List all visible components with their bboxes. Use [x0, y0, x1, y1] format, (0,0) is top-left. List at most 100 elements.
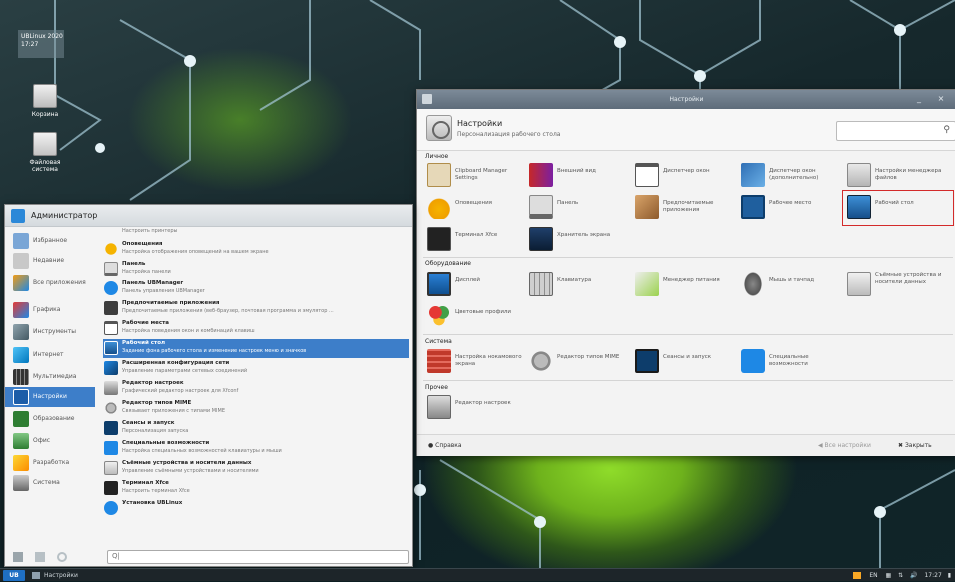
item-lock-screen[interactable]: Настройка нокамового экрана	[427, 349, 529, 375]
category-development[interactable]: Разработка	[5, 453, 95, 473]
item-removable-devices[interactable]: Съёмные устройства и носители данных	[847, 272, 949, 298]
menu-entry-preferred-apps[interactable]: Предпочитаемые приложения Предпочитаемые …	[103, 299, 409, 318]
desktop-icon-filesystem[interactable]: Файловая система	[18, 132, 72, 173]
menu-entry-mime-editor[interactable]: Редактор типов MIME Связывает приложения …	[103, 399, 409, 418]
item-settings-editor[interactable]: Редактор настроек	[427, 395, 529, 421]
development-icon	[13, 455, 29, 471]
item-keyboard[interactable]: Клавиатура	[529, 272, 631, 298]
page-title: Настройки	[457, 119, 503, 128]
printer-icon	[104, 229, 118, 237]
all-settings-button[interactable]: ◀ Все настройки	[815, 438, 885, 454]
power-off-icon[interactable]	[57, 552, 67, 562]
menu-entry-printers[interactable]: Настроить принтеры	[103, 227, 409, 239]
bell-icon	[427, 195, 451, 219]
item-window-manager-tweaks[interactable]: Диспетчер окон (дополнительно)	[741, 163, 843, 189]
item-mouse-touchpad[interactable]: Мышь и тачпад	[741, 272, 843, 298]
taskbar: UB Настройки EN ▦ ⇅ 🔊 17:27 ▮	[0, 568, 955, 581]
item-mime-editor[interactable]: Редактор типов MIME	[529, 349, 631, 375]
start-button[interactable]: UB	[3, 570, 25, 581]
item-workspaces[interactable]: Рабочее место	[741, 195, 843, 221]
item-accessibility[interactable]: Специальные возможности	[741, 349, 843, 375]
section-system: Система	[425, 338, 452, 345]
item-panel[interactable]: Панель	[529, 195, 631, 221]
menu-entry-notifications[interactable]: Оповещения Настройка отображения оповещен…	[103, 240, 409, 259]
item-window-manager[interactable]: Диспетчер окон	[635, 163, 737, 189]
item-desktop[interactable]: Рабочий стол	[842, 190, 954, 226]
item-file-manager-settings[interactable]: Настройки менеджера файлов	[847, 163, 949, 189]
category-settings[interactable]: Настройки	[5, 387, 95, 407]
menu-entry-network[interactable]: Расширенная конфигурация сети Управление …	[103, 359, 409, 378]
close-icon[interactable]: ×	[934, 92, 948, 106]
mime-icon	[529, 349, 553, 373]
session-icon	[635, 349, 659, 373]
desktop-icon-trash[interactable]: Корзина	[18, 84, 72, 118]
menu-entry-ubmanager[interactable]: Панель UBManager Панель управления UBMana…	[103, 279, 409, 298]
menu-entry-removable-devices[interactable]: Съёмные устройства и носители данных Упра…	[103, 459, 409, 478]
category-recent[interactable]: Недавние	[5, 251, 95, 271]
item-clipboard-manager[interactable]: Clipboard Manager Settings	[427, 163, 529, 189]
volume-icon[interactable]: 🔊	[910, 572, 917, 579]
clock[interactable]: 17:27	[924, 572, 941, 579]
category-multimedia[interactable]: Мультимедиа	[5, 367, 95, 387]
favorites-icon	[13, 233, 29, 249]
menu-entry-install-ublinux[interactable]: Установка UBLinux	[103, 499, 409, 518]
screensaver-icon	[529, 227, 553, 251]
divider	[423, 257, 953, 258]
category-office[interactable]: Офис	[5, 431, 95, 451]
item-session-startup[interactable]: Сеансы и запуск	[635, 349, 737, 375]
item-appearance[interactable]: Внешний вид	[529, 163, 631, 189]
category-all-applications[interactable]: Все приложения	[5, 273, 95, 293]
preferred-apps-icon	[635, 195, 659, 219]
panel-icon	[104, 262, 118, 276]
lock-icon[interactable]	[13, 552, 23, 562]
settings-editor-icon	[104, 381, 118, 395]
menu-entry-settings-editor[interactable]: Редактор настроек Графический редактор на…	[103, 379, 409, 398]
item-power-manager[interactable]: Менеджер питания	[635, 272, 737, 298]
item-screensaver[interactable]: Хранитель экрана	[529, 227, 631, 253]
preferred-apps-icon	[104, 301, 118, 315]
show-desktop-icon[interactable]: ▮	[948, 572, 951, 579]
category-system[interactable]: Система	[5, 473, 95, 493]
transfer-icon[interactable]: ⇅	[898, 572, 903, 579]
help-button[interactable]: ● Справка	[425, 438, 477, 454]
multimedia-icon	[13, 369, 29, 385]
item-preferred-applications[interactable]: Предпочитаемые приложения	[635, 195, 737, 221]
desktop-icon	[847, 195, 871, 219]
appearance-icon	[529, 163, 553, 187]
category-internet[interactable]: Интернет	[5, 345, 95, 365]
search-input[interactable]: ⚲	[836, 121, 955, 141]
desktop-clock: UBLinux 2020 17:27	[18, 30, 64, 58]
recent-icon	[13, 253, 29, 269]
category-favorites[interactable]: Избранное	[5, 231, 95, 251]
item-color-profiles[interactable]: Цветовые профили	[427, 304, 529, 330]
page-subtitle: Персонализация рабочего стола	[457, 131, 561, 138]
workspaces-icon	[104, 321, 118, 335]
menu-entry-accessibility[interactable]: Специальные возможности Настройка специал…	[103, 439, 409, 458]
item-xfce-terminal[interactable]: Терминал Xfce	[427, 227, 529, 253]
tools-icon	[13, 324, 29, 340]
category-graphics[interactable]: Графика	[5, 300, 95, 320]
notes-icon[interactable]	[853, 572, 862, 579]
menu-entry-session-startup[interactable]: Сеансы и запуск Персонализация запуска	[103, 419, 409, 438]
system-icon	[13, 475, 29, 491]
menu-entry-desktop[interactable]: Рабочий стол Задание фона рабочего стола …	[103, 339, 409, 358]
search-icon: ⚲	[943, 125, 950, 135]
item-notifications[interactable]: Оповещения	[427, 195, 529, 221]
internet-icon	[13, 347, 29, 363]
menu-search-input[interactable]: Q|	[107, 550, 409, 564]
system-tray: EN ▦ ⇅ 🔊 17:27 ▮	[853, 569, 951, 582]
item-display[interactable]: Дисплей	[427, 272, 529, 298]
category-tools[interactable]: Инструменты	[5, 322, 95, 342]
taskbar-item-settings[interactable]: Настройки	[30, 570, 112, 581]
keyboard-layout[interactable]: EN	[869, 572, 877, 579]
category-education[interactable]: Образование	[5, 409, 95, 429]
menu-entry-xfce-terminal[interactable]: Терминал Xfce Настроить терминал Xfce	[103, 479, 409, 498]
window-titlebar[interactable]: Настройки _ ×	[417, 90, 955, 109]
network-icon[interactable]: ▦	[886, 572, 892, 579]
menu-entry-workspaces[interactable]: Рабочие места Настройка поведения окон и …	[103, 319, 409, 338]
logout-icon[interactable]	[35, 552, 45, 562]
menu-entry-panel[interactable]: Панель Настройка панели	[103, 260, 409, 279]
close-button[interactable]: ✖ Закрыть	[895, 438, 953, 454]
installer-icon	[104, 501, 118, 515]
minimize-icon[interactable]: _	[912, 92, 926, 106]
